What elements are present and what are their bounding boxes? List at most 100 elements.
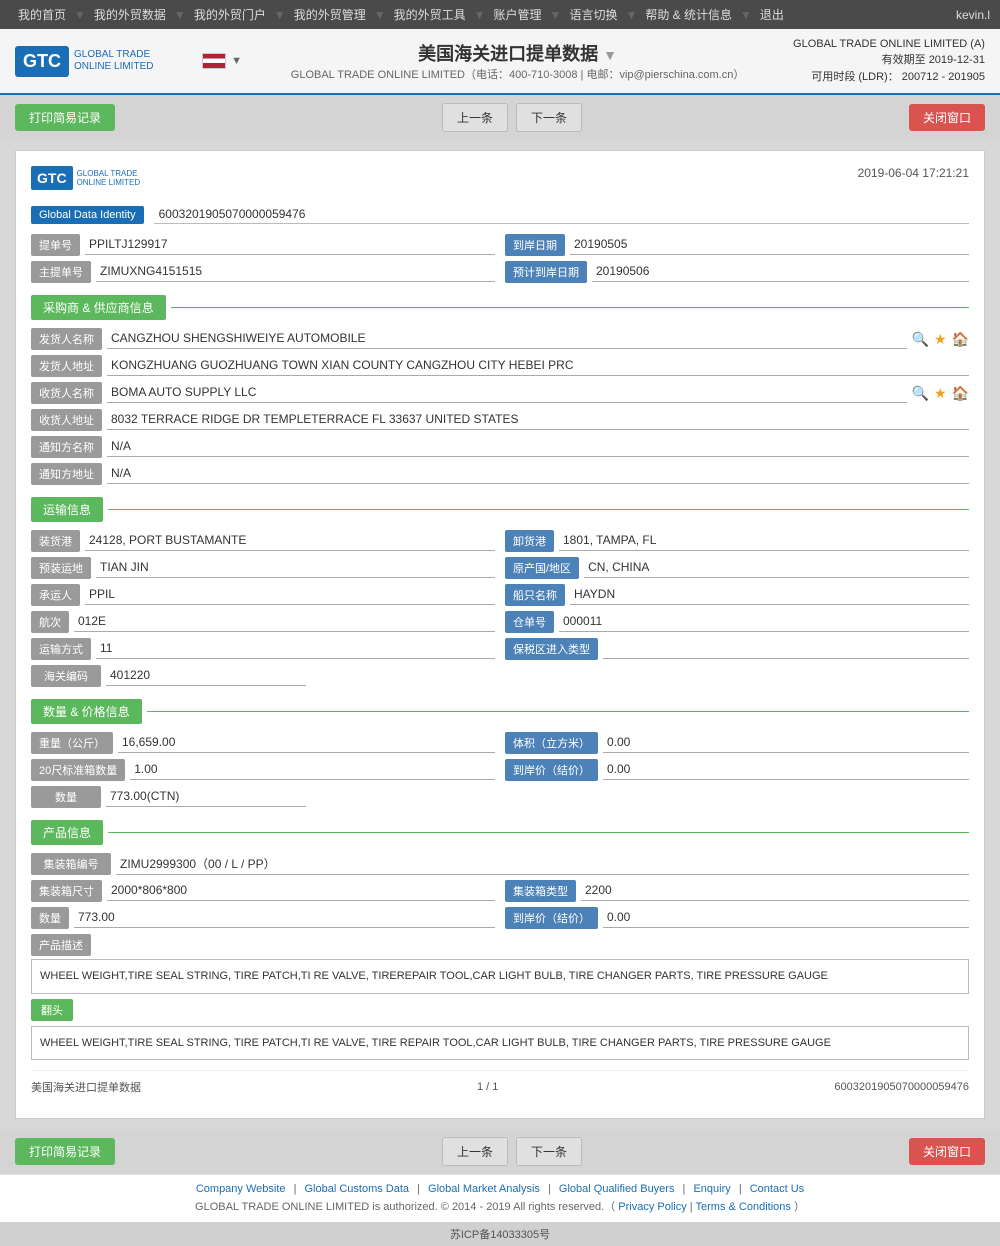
- vessel-pair: 船只名称 HAYDN: [505, 584, 969, 606]
- master-bill-row: 主提单号 ZIMUXNG4151515 预计到岸日期 20190506: [31, 261, 969, 283]
- volume-label: 体积（立方米）: [505, 732, 598, 754]
- manifest-value: 000011: [559, 612, 969, 632]
- pre-transport-value: TIAN JIN: [96, 558, 495, 578]
- nav-bar: 我的首页 ▼ 我的外贸数据 ▼ 我的外贸门户 ▼ 我的外贸管理 ▼ 我的外贸工具…: [0, 0, 1000, 29]
- gdi-label: Global Data Identity: [31, 206, 144, 224]
- us-flag: [202, 53, 226, 69]
- voyage-row: 航次 012E 仓单号 000011: [31, 611, 969, 633]
- nav-management[interactable]: 我的外贸管理: [286, 0, 374, 29]
- containers-20-pair: 20尺标准箱数量 1.00: [31, 759, 495, 781]
- bonded-label: 保税区进入类型: [505, 638, 598, 660]
- containers-20-label: 20尺标准箱数量: [31, 759, 125, 781]
- expiry: 有效期至 2019-12-31: [793, 51, 985, 67]
- footer-enquiry[interactable]: Enquiry: [693, 1183, 730, 1195]
- nav-help[interactable]: 帮助 & 统计信息: [637, 0, 740, 29]
- translate-button[interactable]: 翻头: [31, 999, 73, 1021]
- footer-company-website[interactable]: Company Website: [196, 1183, 286, 1195]
- weight-value: 16,659.00: [118, 733, 495, 753]
- footer-privacy[interactable]: Privacy Policy: [618, 1201, 686, 1213]
- est-arrival-pair: 预计到岸日期 20190506: [505, 261, 969, 283]
- consignee-addr-row: 收货人地址 8032 TERRACE RIDGE DR TEMPLETERRAC…: [31, 409, 969, 431]
- search-icon-shipper[interactable]: 🔍: [912, 331, 929, 348]
- nav-home[interactable]: 我的首页: [10, 0, 74, 29]
- prev-button-top[interactable]: 上一条: [442, 103, 508, 132]
- nav-portal[interactable]: 我的外贸门户: [186, 0, 274, 29]
- home-icon-consignee[interactable]: 🏠: [952, 385, 969, 402]
- close-button-bottom[interactable]: 关闭窗口: [909, 1138, 985, 1165]
- port-row: 装货港 24128, PORT BUSTAMANTE 卸货港 1801, TAM…: [31, 530, 969, 552]
- transport-mode-row: 运输方式 11 保税区进入类型: [31, 638, 969, 660]
- footer-copyright: GLOBAL TRADE ONLINE LIMITED is authorize…: [15, 1198, 985, 1214]
- nav-logout[interactable]: 退出: [752, 0, 792, 29]
- bill-row: 提单号 PPILTJ129917 到岸日期 20190505: [31, 234, 969, 256]
- container-details-row: 集装箱尺寸 2000*806*800 集装箱类型 2200: [31, 880, 969, 902]
- search-icon-consignee[interactable]: 🔍: [912, 385, 929, 402]
- shipper-addr-row: 发货人地址 KONGZHUANG GUOZHUANG TOWN XIAN COU…: [31, 355, 969, 377]
- footer-terms[interactable]: Terms & Conditions: [696, 1201, 791, 1213]
- product-qty-value: 773.00: [74, 908, 495, 928]
- manifest-pair: 仓单号 000011: [505, 611, 969, 633]
- product-desc-label-row: 产品描述: [31, 934, 969, 956]
- nav-tools[interactable]: 我的外贸工具: [386, 0, 474, 29]
- icp-number: 苏ICP备14033305号: [0, 1222, 1000, 1246]
- arrival-price-pair: 到岸价（结价） 0.00: [505, 759, 969, 781]
- print-button-top[interactable]: 打印简易记录: [15, 104, 115, 131]
- flag-dropdown[interactable]: ▼: [231, 55, 242, 67]
- volume-value: 0.00: [603, 733, 969, 753]
- transport-mode-value: 11: [96, 639, 495, 659]
- bonded-value: [603, 639, 969, 659]
- containers-20-value: 1.00: [130, 760, 495, 780]
- notify-name-label: 通知方名称: [31, 436, 102, 458]
- prev-button-bottom[interactable]: 上一条: [442, 1137, 508, 1166]
- quantity-value: 773.00(CTN): [106, 787, 306, 807]
- footer-global-qualified[interactable]: Global Qualified Buyers: [559, 1183, 675, 1195]
- supplier-line: [171, 307, 969, 308]
- footer-contact[interactable]: Contact Us: [750, 1183, 804, 1195]
- consignee-name-label: 收货人名称: [31, 382, 102, 404]
- close-button-top[interactable]: 关闭窗口: [909, 104, 985, 131]
- discharge-port-label: 卸货港: [505, 530, 554, 552]
- product-arrival-price-pair: 到岸价（结价） 0.00: [505, 907, 969, 929]
- next-button-top[interactable]: 下一条: [516, 103, 582, 132]
- weight-label: 重量（公斤）: [31, 732, 113, 754]
- page-title: 美国海关进口提单数据 ▼: [291, 40, 745, 66]
- bill-no-label: 提单号: [31, 234, 80, 256]
- print-button-bottom[interactable]: 打印简易记录: [15, 1138, 115, 1165]
- document-card: GTC GLOBAL TRADEONLINE LIMITED 2019-06-0…: [15, 150, 985, 1119]
- footer-global-market[interactable]: Global Market Analysis: [428, 1183, 540, 1195]
- container-type-pair: 集装箱类型 2200: [505, 880, 969, 902]
- customs-code-label: 海关编码: [31, 665, 101, 687]
- carrier-pair: 承运人 PPIL: [31, 584, 495, 606]
- origin-pair: 原产国/地区 CN, CHINA: [505, 557, 969, 579]
- product-qty-row: 数量 773.00 到岸价（结价） 0.00: [31, 907, 969, 929]
- nav-language[interactable]: 语言切换: [561, 0, 625, 29]
- star-icon-shipper[interactable]: ★: [934, 331, 947, 348]
- product-qty-pair: 数量 773.00: [31, 907, 495, 929]
- star-icon-consignee[interactable]: ★: [934, 385, 947, 402]
- nav-trade-data[interactable]: 我的外贸数据: [86, 0, 174, 29]
- doc-logo-text: GLOBAL TRADEONLINE LIMITED: [77, 169, 141, 187]
- nav-account[interactable]: 账户管理: [486, 0, 550, 29]
- voyage-value: 012E: [74, 612, 495, 632]
- pre-transport-pair: 预装运地 TIAN JIN: [31, 557, 495, 579]
- transport-section-header: 运输信息: [31, 497, 969, 522]
- container-no-row: 集装箱编号 ZIMU2999300（00 / L / PP）: [31, 853, 969, 875]
- pre-transport-label: 预装运地: [31, 557, 91, 579]
- consignee-addr-value: 8032 TERRACE RIDGE DR TEMPLETERRACE FL 3…: [107, 410, 969, 430]
- consignee-addr-label: 收货人地址: [31, 409, 102, 431]
- consignee-name-row: 收货人名称 BOMA AUTO SUPPLY LLC 🔍 ★ 🏠: [31, 382, 969, 404]
- doc-footer-page: 1 / 1: [477, 1081, 498, 1093]
- customs-code-value: 401220: [106, 666, 306, 686]
- quantity-row: 数量 773.00(CTN): [31, 786, 969, 808]
- home-icon-shipper[interactable]: 🏠: [952, 331, 969, 348]
- footer-global-customs[interactable]: Global Customs Data: [305, 1183, 410, 1195]
- container-type-value: 2200: [581, 881, 969, 901]
- quantity-title: 数量 & 价格信息: [31, 699, 142, 724]
- doc-date: 2019-06-04 17:21:21: [858, 166, 969, 180]
- transport-mode-label: 运输方式: [31, 638, 91, 660]
- next-button-bottom[interactable]: 下一条: [516, 1137, 582, 1166]
- vessel-value: HAYDN: [570, 585, 969, 605]
- toolbar-top: 打印简易记录 上一条 下一条 关闭窗口: [0, 95, 1000, 140]
- volume-pair: 体积（立方米） 0.00: [505, 732, 969, 754]
- doc-header: GTC GLOBAL TRADEONLINE LIMITED 2019-06-0…: [31, 166, 969, 190]
